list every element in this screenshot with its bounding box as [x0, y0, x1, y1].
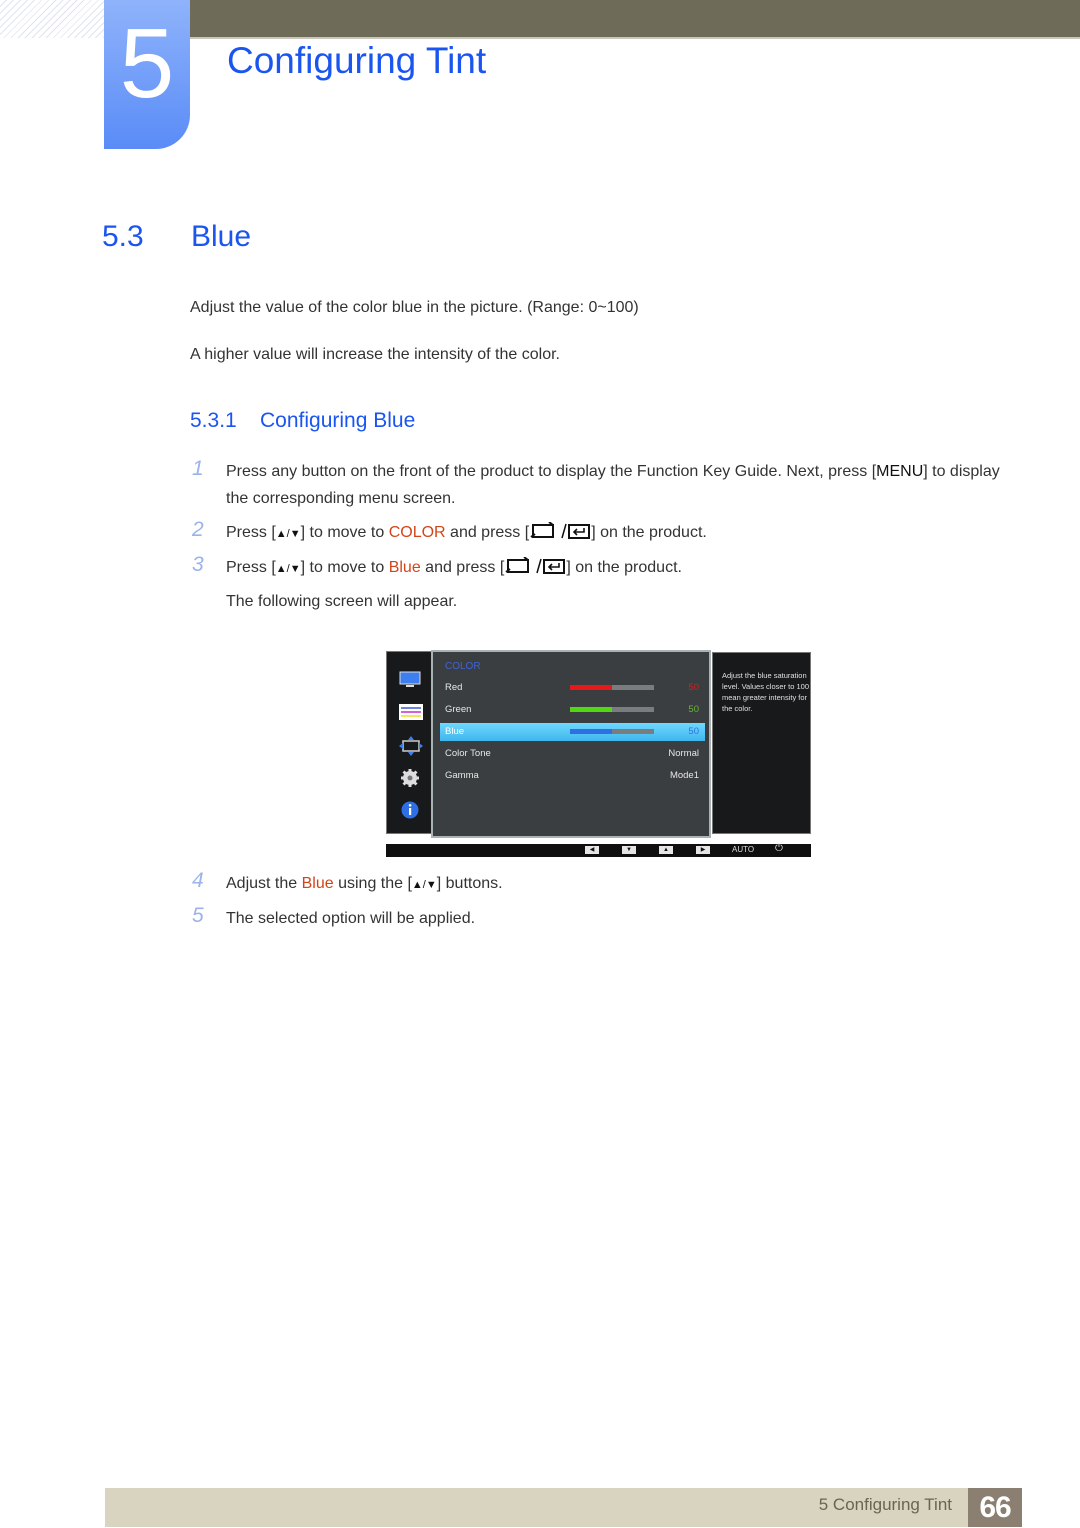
osd-row-label: Color Tone	[445, 748, 491, 759]
osd-color-panel: COLOR Red 50 Green 50 Blue 50 Color Tone…	[431, 650, 711, 838]
step-number: 2	[192, 518, 204, 541]
subsection-number: 5.3.1	[190, 409, 237, 432]
osd-row-value: 50	[688, 682, 699, 693]
step-text-part: Adjust the	[226, 875, 302, 892]
down-arrow-button[interactable]: ▼	[622, 846, 636, 854]
step-number: 5	[192, 904, 204, 927]
highlight-term: COLOR	[388, 524, 446, 541]
header-hatch-decoration	[0, 0, 104, 38]
menu-key-label: MENU	[876, 463, 924, 480]
source-enter-key-icon	[504, 556, 566, 584]
osd-row-green[interactable]: Green 50	[440, 701, 705, 719]
osd-row-color-tone[interactable]: Color Tone Normal	[440, 745, 705, 763]
page-footer: 5 Configuring Tint 66	[105, 1488, 1022, 1527]
section-number: 5.3	[102, 220, 144, 253]
up-down-arrows-icon: ▲/▼	[275, 528, 301, 540]
highlight-term: Blue	[301, 875, 334, 892]
step-text: The selected option will be applied.	[226, 910, 476, 927]
step-text-part: Press [	[226, 559, 276, 576]
chapter-number: 5	[119, 8, 175, 118]
osd-slider-fill	[570, 707, 612, 712]
section-title: Blue	[191, 220, 252, 253]
up-down-arrows-icon: ▲/▼	[411, 879, 437, 891]
section-paragraph: A higher value will increase the intensi…	[190, 346, 560, 363]
source-enter-key-icon	[529, 521, 591, 549]
chapter-title: Configuring Tint	[227, 40, 487, 81]
osd-row-label: Red	[445, 682, 463, 693]
step-number: 1	[192, 457, 204, 480]
step-text: Adjust the Blue using the [▲/▼] buttons.	[226, 870, 1006, 899]
page-number: 66	[968, 1488, 1022, 1527]
osd-row-label: Gamma	[445, 770, 479, 781]
step-text-part: ] to move to	[300, 559, 389, 576]
osd-row-red[interactable]: Red 50	[440, 679, 705, 697]
power-icon[interactable]: ⏻	[775, 843, 783, 854]
color-icon	[399, 704, 423, 722]
osd-row-gamma[interactable]: Gamma Mode1	[440, 767, 705, 785]
osd-help-panel: Adjust the blue saturation level. Values…	[712, 652, 811, 834]
osd-slider-fill	[570, 685, 612, 690]
up-down-arrows-icon: ▲/▼	[275, 563, 301, 575]
step-text: Press any button on the front of the pro…	[226, 458, 1006, 512]
osd-row-label: Green	[445, 704, 472, 715]
step-text: Press [▲/▼] to move to Blue and press []…	[226, 554, 1006, 584]
osd-row-value: 50	[688, 726, 699, 737]
up-arrow-button[interactable]: ▲	[659, 846, 673, 854]
picture-icon	[399, 671, 421, 689]
step-text-part: Press any button on the front of the pro…	[226, 463, 877, 480]
auto-button[interactable]: AUTO	[732, 845, 754, 854]
information-icon	[399, 800, 421, 819]
section-paragraph: Adjust the value of the color blue in th…	[190, 299, 639, 316]
header-bar	[190, 0, 1080, 39]
left-arrow-button[interactable]: ◀	[585, 846, 599, 854]
step-text-part: and press [	[420, 559, 505, 576]
osd-slider-red[interactable]	[570, 685, 654, 690]
osd-row-blue[interactable]: Blue 50	[440, 723, 705, 741]
step-text: Press [▲/▼] to move to COLOR and press […	[226, 519, 1006, 549]
highlight-term: Blue	[388, 559, 421, 576]
step-text-part: ] on the product.	[591, 524, 707, 541]
osd-row-value: Mode1	[669, 770, 699, 781]
subsection-title: Configuring Blue	[260, 409, 416, 432]
osd-help-text: Adjust the blue saturation level. Values…	[722, 671, 809, 713]
osd-slider-blue[interactable]	[570, 729, 654, 734]
osd-row-value: 50	[688, 704, 699, 715]
chapter-tab: 5	[104, 0, 190, 149]
osd-row-value: Normal	[668, 748, 699, 759]
step-number: 3	[192, 553, 204, 576]
osd-row-label: Blue	[445, 726, 465, 737]
step-text-part: ] to move to	[300, 524, 389, 541]
osd-slider-fill	[570, 729, 612, 734]
right-arrow-button[interactable]: ▶	[696, 846, 710, 854]
step-text-part: ] on the product.	[566, 559, 682, 576]
footer-chapter-label: 5 Configuring Tint	[818, 1495, 952, 1514]
step-text-part: using the [	[333, 875, 412, 892]
osd-function-key-bar: ◀ ▼ ▲ ▶ AUTO ⏻	[386, 843, 811, 857]
step-text-part: and press [	[445, 524, 530, 541]
osd-side-menu	[386, 651, 432, 834]
step-number: 4	[192, 869, 204, 892]
step-note: The following screen will appear.	[226, 593, 458, 610]
setup-icon	[399, 768, 421, 787]
step-text-part: ] buttons.	[436, 875, 503, 892]
osd-slider-green[interactable]	[570, 707, 654, 712]
osd-heading: COLOR	[445, 661, 481, 672]
step-text-part: Press [	[226, 524, 276, 541]
osd-menu-screen: COLOR Red 50 Green 50 Blue 50 Color Tone…	[386, 650, 811, 857]
size-position-icon	[399, 736, 423, 756]
